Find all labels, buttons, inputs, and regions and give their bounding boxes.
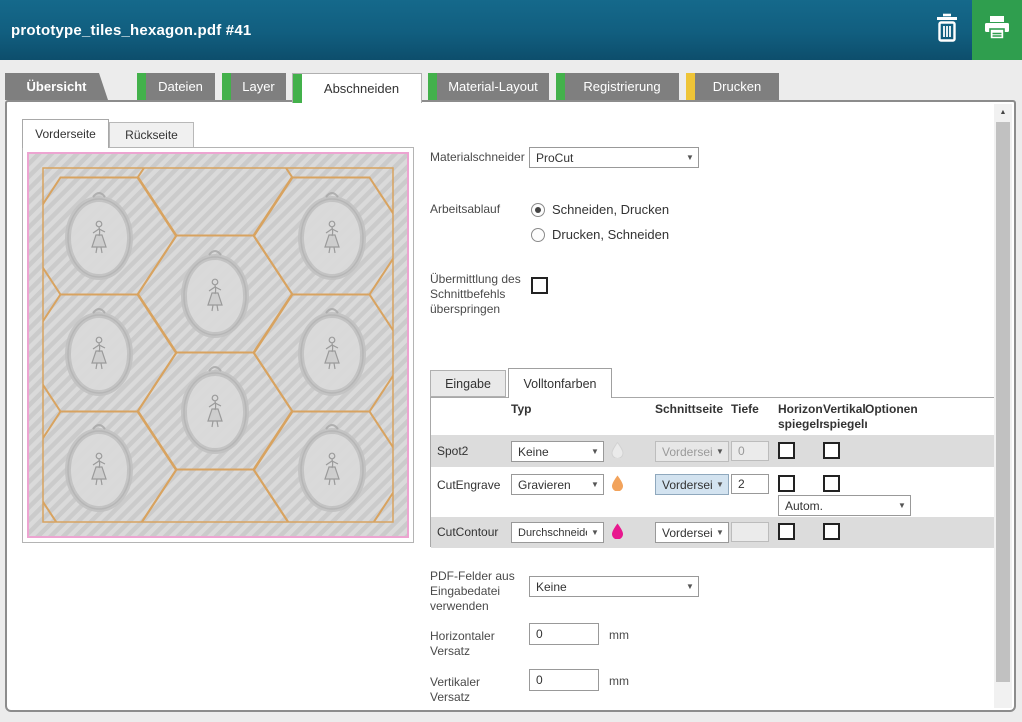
vertical-offset-unit: mm — [609, 674, 629, 688]
vertical-offset-input[interactable] — [529, 669, 599, 691]
scrollbar-thumb[interactable] — [996, 122, 1010, 682]
main-tabs: Übersicht Dateien Layer Abschneiden Mate… — [5, 73, 779, 102]
pdf-fields-select[interactable]: Keine ▼ — [529, 576, 699, 597]
skip-cut-command-label: Übermittlung des Schnittbefehls überspri… — [430, 272, 522, 317]
tab-vorderseite[interactable]: Vorderseite — [22, 119, 109, 148]
delete-job-button[interactable] — [922, 0, 972, 60]
tab-uebersicht[interactable]: Übersicht — [5, 73, 108, 100]
cutengrave-side-select[interactable]: Vorderseite ▼ — [655, 474, 729, 495]
spot2-mirror-v-checkbox[interactable] — [823, 442, 840, 459]
chevron-down-icon: ▼ — [682, 582, 698, 591]
material-cutter-label: Materialschneider — [430, 150, 525, 165]
cutengrave-mirror-v-checkbox[interactable] — [823, 475, 840, 492]
horizontal-offset-label: Horizontaler Versatz — [430, 629, 510, 659]
horizontal-offset-unit: mm — [609, 628, 629, 642]
chevron-down-icon: ▼ — [682, 153, 698, 162]
spot-color-droplet-icon-orange — [611, 475, 624, 491]
spot2-typ-select[interactable]: Keine ▼ — [511, 441, 604, 462]
cutcontour-mirror-h-checkbox[interactable] — [778, 523, 795, 540]
table-row-spot2: Spot2 Keine ▼ Vorderseite ▼ — [431, 435, 996, 467]
material-cutter-select[interactable]: ProCut ▼ — [529, 147, 699, 168]
table-row-cutcontour: CutContour Durchschneiden ▼ Vorderseite … — [431, 517, 996, 548]
status-strip-green — [293, 74, 302, 103]
vertical-scrollbar: ▲ — [994, 104, 1012, 708]
tab-drucken[interactable]: Drucken — [686, 73, 779, 100]
preview-artwork — [27, 152, 409, 538]
content-panel: Vorderseite Rückseite — [5, 100, 1016, 712]
chevron-down-icon: ▼ — [712, 447, 728, 456]
spot-color-table: Typ Schnittseite Tiefe Horizontal spiege… — [430, 397, 997, 547]
trash-icon — [933, 12, 961, 49]
status-strip-green — [428, 73, 437, 100]
table-header: Typ Schnittseite Tiefe Horizontal spiege… — [431, 398, 996, 435]
preview-box — [22, 147, 414, 543]
tab-dateien[interactable]: Dateien — [137, 73, 215, 100]
status-strip-green — [137, 73, 146, 100]
spot-color-droplet-icon-pink — [611, 523, 624, 539]
cutengrave-depth-input[interactable] — [731, 474, 769, 494]
status-strip-yellow — [686, 73, 695, 100]
chevron-down-icon: ▼ — [712, 528, 728, 537]
cutcontour-side-select[interactable]: Vorderseite ▼ — [655, 522, 729, 543]
skip-cut-command-checkbox[interactable] — [531, 277, 548, 294]
tab-eingabe[interactable]: Eingabe — [430, 370, 506, 397]
vertical-offset-label: Vertikaler Versatz — [430, 675, 510, 705]
tab-registrierung[interactable]: Registrierung — [556, 73, 679, 100]
table-row-cutengrave: CutEngrave Gravieren ▼ Vorderseite ▼ Aut… — [431, 467, 996, 517]
print-button[interactable] — [972, 0, 1022, 60]
cutcontour-mirror-v-checkbox[interactable] — [823, 523, 840, 540]
cutengrave-mirror-h-checkbox[interactable] — [778, 475, 795, 492]
chevron-down-icon: ▼ — [712, 480, 728, 489]
chevron-down-icon: ▼ — [587, 480, 603, 489]
cutcontour-depth-input — [731, 522, 769, 542]
workflow-label: Arbeitsablauf — [430, 202, 500, 217]
cutcontour-typ-select[interactable]: Durchschneiden ▼ — [511, 522, 604, 543]
titlebar: prototype_tiles_hexagon.pdf #41 — [0, 0, 1022, 60]
chevron-down-icon: ▼ — [894, 501, 910, 510]
pdf-fields-label: PDF-Felder aus Eingabedatei verwenden — [430, 569, 526, 614]
radio-selected-icon — [531, 203, 545, 217]
spot2-side-select: Vorderseite ▼ — [655, 441, 729, 462]
status-strip-green — [222, 73, 231, 100]
tab-abschneiden[interactable]: Abschneiden — [292, 73, 422, 103]
spot2-mirror-h-checkbox[interactable] — [778, 442, 795, 459]
scrollbar-up-arrow[interactable]: ▲ — [994, 104, 1012, 120]
spot2-depth-input — [731, 441, 769, 461]
tab-layer[interactable]: Layer — [222, 73, 286, 100]
tab-material-layout[interactable]: Material-Layout — [428, 73, 549, 100]
job-title: prototype_tiles_hexagon.pdf #41 — [0, 22, 251, 39]
tab-volltonfarben[interactable]: Volltonfarben — [508, 368, 612, 398]
radio-unselected-icon — [531, 228, 545, 242]
tab-rueckseite[interactable]: Rückseite — [109, 122, 194, 148]
workflow-option-cut-print[interactable]: Schneiden, Drucken — [531, 202, 669, 217]
status-strip-green — [556, 73, 565, 100]
horizontal-offset-input[interactable] — [529, 623, 599, 645]
cutengrave-options-select[interactable]: Autom. ▼ — [778, 495, 911, 516]
workflow-option-print-cut[interactable]: Drucken, Schneiden — [531, 227, 669, 242]
hexagon-tiles-preview — [29, 154, 407, 536]
printer-icon — [983, 15, 1011, 46]
chevron-down-icon: ▼ — [587, 528, 603, 537]
chevron-down-icon: ▼ — [587, 447, 603, 456]
spot-color-droplet-icon-gray — [611, 442, 624, 458]
cutengrave-typ-select[interactable]: Gravieren ▼ — [511, 474, 604, 495]
